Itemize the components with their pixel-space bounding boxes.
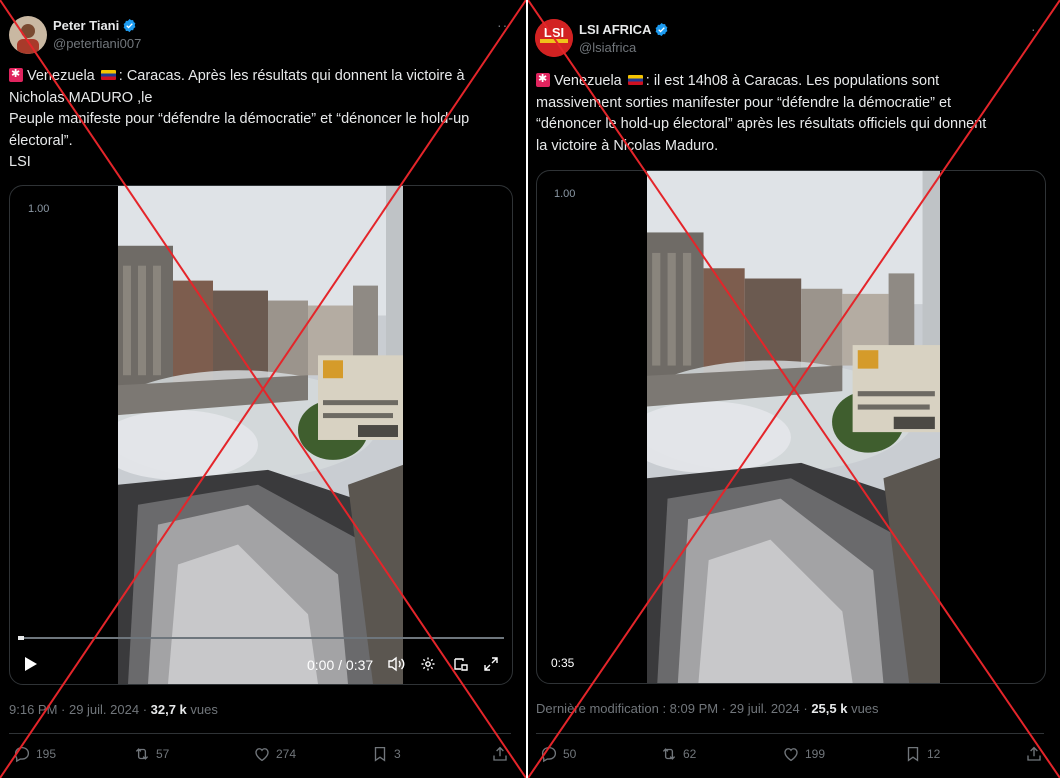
- heart-icon: [782, 745, 800, 763]
- author-handle[interactable]: @lsiafrica: [579, 40, 636, 56]
- tweet-left: Peter Tiani @petertiani007 ·· Venezuela …: [0, 0, 526, 778]
- reply-button[interactable]: 195: [13, 745, 56, 763]
- venezuela-flag-icon: [100, 70, 116, 80]
- country-name: Venezuela: [27, 68, 95, 84]
- video-progress-fill: [18, 636, 24, 640]
- siren-emoji-icon: [536, 72, 550, 87]
- share-icon: [491, 745, 509, 763]
- tweet-line-5: LSI: [9, 154, 31, 170]
- video-timecode: 0:00 / 0:37: [307, 657, 374, 673]
- volume-icon: [388, 656, 405, 672]
- avatar-lsi-africa[interactable]: LSI: [535, 19, 573, 57]
- tweet-text-segment: : il est 14h08 à Caracas. Les population…: [645, 73, 940, 89]
- country-name: Venezuela: [554, 73, 622, 89]
- author-handle[interactable]: @petertiani007: [53, 36, 141, 52]
- tweet-line-1: Venezuela : Caracas. Après les résultats…: [9, 66, 469, 88]
- like-button[interactable]: 199: [782, 745, 825, 763]
- like-button[interactable]: 274: [253, 745, 296, 763]
- bookmark-count: 3: [394, 747, 401, 761]
- avatar-peter-tiani[interactable]: [9, 16, 47, 54]
- reply-count: 195: [36, 747, 57, 761]
- repost-button[interactable]: 62: [660, 745, 696, 763]
- share-button[interactable]: [1025, 745, 1043, 763]
- video-player[interactable]: 1.00 0:35: [536, 170, 1046, 684]
- share-button[interactable]: [491, 745, 509, 763]
- settings-button[interactable]: [420, 656, 436, 676]
- tweet-timestamp[interactable]: Dernière modification : 8:09 PM · 29 jui…: [536, 701, 811, 716]
- like-count: 274: [276, 747, 297, 761]
- share-icon: [1025, 745, 1043, 763]
- avatar-image: [9, 16, 47, 54]
- video-duration-badge: 0:35: [551, 656, 575, 670]
- views-label: vues: [847, 701, 879, 716]
- tweet-line-2: Nicholas MADURO ,le: [9, 89, 153, 106]
- repost-button[interactable]: 57: [133, 745, 169, 763]
- reply-button[interactable]: 50: [540, 745, 576, 763]
- repost-icon: [133, 745, 151, 763]
- author-name[interactable]: Peter Tiani: [53, 18, 137, 34]
- venezuela-flag-icon: [627, 75, 643, 85]
- fullscreen-button[interactable]: [483, 656, 499, 676]
- siren-emoji-icon: [9, 67, 23, 82]
- tweet-line-3: “dénoncer le hold-up électoral” après le…: [536, 116, 987, 132]
- divider: [536, 733, 1044, 734]
- divider: [9, 733, 511, 734]
- tweet-text: Venezuela : Caracas. Après les résultats…: [9, 66, 469, 174]
- reply-icon: [13, 745, 31, 763]
- tweet-right: LSI LSI AFRICA @lsiafrica ·· Venezuela :…: [528, 0, 1060, 778]
- more-options-icon[interactable]: ··: [497, 18, 508, 32]
- volume-button[interactable]: [387, 656, 405, 676]
- views-count: 25,5 k: [811, 701, 848, 716]
- bookmark-button[interactable]: 12: [904, 745, 940, 763]
- tweet-line-4: la victoire à Nicolas Maduro.: [536, 137, 719, 154]
- verified-badge-icon: [654, 22, 669, 37]
- bookmark-icon: [371, 745, 389, 763]
- like-count: 199: [805, 747, 826, 761]
- repost-icon: [660, 745, 678, 763]
- tweet-text: Venezuela : il est 14h08 à Caracas. Les …: [536, 71, 986, 157]
- tweet-meta: 9:16 PM · 29 juil. 2024 · 32,7 k vues: [9, 702, 218, 718]
- reply-count: 50: [563, 747, 577, 761]
- reply-icon: [540, 745, 558, 763]
- tweet-line-2: massivement sorties manifester pour “déf…: [536, 94, 952, 111]
- heart-icon: [253, 745, 271, 763]
- repost-count: 62: [683, 747, 697, 761]
- picture-in-picture-button[interactable]: [453, 656, 469, 676]
- expand-icon: [484, 657, 498, 671]
- gear-icon: [421, 657, 435, 671]
- tweet-line-1: Venezuela : il est 14h08 à Caracas. Les …: [536, 71, 986, 93]
- repost-count: 57: [156, 747, 170, 761]
- tweet-text-segment: : Caracas. Après les résultats qui donne…: [118, 68, 465, 84]
- play-button[interactable]: [24, 656, 38, 676]
- author-name[interactable]: LSI AFRICA: [579, 22, 669, 38]
- views-label: vues: [186, 702, 218, 717]
- views-count: 32,7 k: [150, 702, 187, 717]
- bookmark-icon: [904, 745, 922, 763]
- pip-icon: [454, 658, 468, 671]
- lsi-logo: LSI: [535, 19, 573, 57]
- play-icon: [25, 657, 37, 671]
- playback-speed[interactable]: 1.00: [28, 203, 49, 215]
- playback-speed[interactable]: 1.00: [554, 188, 575, 200]
- tweet-line-3: Peuple manifeste pour “défendre la démoc…: [9, 111, 470, 127]
- video-frame: [647, 171, 940, 683]
- more-options-icon[interactable]: ··: [1031, 22, 1042, 36]
- bookmark-count: 12: [927, 747, 941, 761]
- tweet-line-4: électoral”.: [9, 132, 73, 149]
- bookmark-button[interactable]: 3: [371, 745, 401, 763]
- verified-badge-icon: [122, 18, 137, 33]
- logo-text: LSI: [544, 25, 564, 40]
- tweet-meta: Dernière modification : 8:09 PM · 29 jui…: [536, 701, 879, 717]
- video-frame: [118, 186, 403, 684]
- video-progress-bar[interactable]: [18, 636, 504, 640]
- tweet-timestamp[interactable]: 9:16 PM · 29 juil. 2024 ·: [9, 702, 151, 717]
- video-player[interactable]: 1.00 0:00 / 0:37: [9, 185, 513, 685]
